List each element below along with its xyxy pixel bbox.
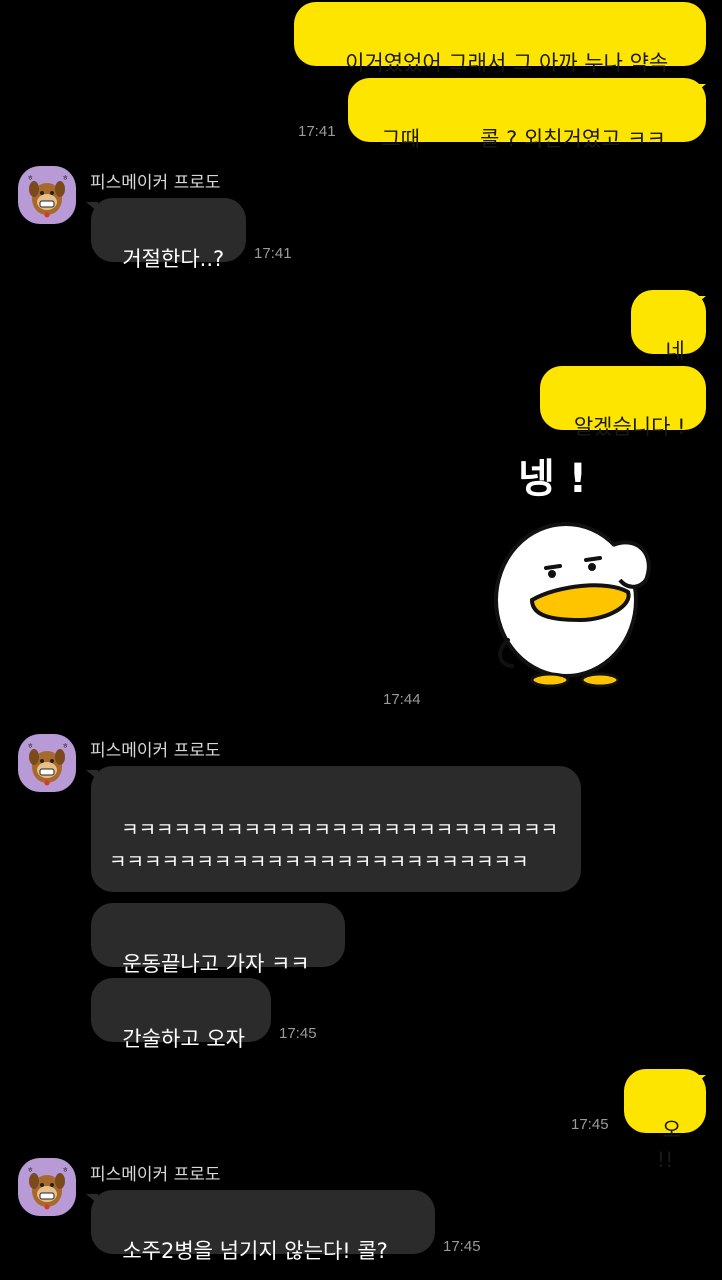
avatar[interactable]: ㅎ ㅎ [18,1158,76,1216]
message-text: 소주2병을 넘기지 않는다! 콜? [122,1239,388,1263]
svg-text:ㅎ: ㅎ [62,1166,68,1174]
message-text: 간술하고 오자 [122,1027,245,1051]
duck-sticker-icon: 넹 ! [494,456,651,688]
their-message-bubble[interactable]: ㅋㅋㅋㅋㅋㅋㅋㅋㅋㅋㅋㅋㅋㅋㅋㅋㅋㅋㅋㅋㅋㅋㅋㅋㅋㅋㅋㅋㅋㅋㅋㅋㅋㅋㅋㅋㅋㅋㅋㅋ… [91,766,581,892]
their-message-bubble[interactable]: 간술하고 오자 [91,978,271,1051]
svg-text:ㅎ: ㅎ [27,174,33,182]
sticker-caption: 넹 ! [518,456,587,502]
svg-text:ㅎ: ㅎ [62,742,68,750]
svg-text:ㅎ: ㅎ [27,742,33,750]
my-message-bubble[interactable]: 알겠습니다 ! [540,366,706,439]
avatar[interactable]: ㅎ ㅎ [18,166,76,224]
message-text: 이거였었어 그래서 그 아까 누나 약속 [345,51,669,75]
sticker[interactable]: 넹 ! [488,440,658,702]
dog-avatar-icon: ㅎ ㅎ [27,742,68,786]
dog-avatar-icon: ㅎ ㅎ [27,1166,68,1210]
their-message-bubble[interactable]: 거절한다..? [91,198,246,271]
message-timestamp: 17:45 [443,1238,481,1255]
svg-text:ㅎ: ㅎ [27,1166,33,1174]
message-timestamp: 17:44 [383,691,421,708]
bubble-tail [694,296,706,306]
bubble-tail [694,1075,706,1085]
sender-name: 피스메이커 프로도 [90,173,221,193]
message-text: 그때 콜 ? 외친거였고 ㅋㅋ [381,127,666,151]
my-message-bubble[interactable]: 그때 콜 ? 외친거였고 ㅋㅋ [348,78,706,151]
message-timestamp: 17:41 [298,123,336,140]
svg-text:ㅎ: ㅎ [62,174,68,182]
bubble-tail [694,84,706,94]
dog-avatar-icon: ㅎ ㅎ [27,174,68,218]
message-text: ㅋㅋㅋㅋㅋㅋㅋㅋㅋㅋㅋㅋㅋㅋㅋㅋㅋㅋㅋㅋㅋㅋㅋㅋㅋㅋㅋㅋㅋㅋㅋㅋㅋㅋㅋㅋㅋㅋㅋㅋ… [109,819,559,873]
message-text: 거절한다..? [122,247,225,271]
avatar[interactable]: ㅎ ㅎ [18,734,76,792]
their-message-bubble[interactable]: 소주2병을 넘기지 않는다! 콜? [91,1190,435,1263]
my-message-bubble[interactable]: 이거였었어 그래서 그 아까 누나 약속 [294,2,706,75]
message-timestamp: 17:41 [254,245,292,262]
message-timestamp: 17:45 [279,1025,317,1042]
message-text: 오 !! [656,1118,689,1172]
their-message-bubble[interactable]: 운동끝나고 가자 ㅋㅋ [91,903,345,976]
message-text: 운동끝나고 가자 ㅋㅋ [122,952,310,976]
message-timestamp: 17:45 [571,1116,609,1133]
message-text: 알겠습니다 ! [573,415,686,439]
sender-name: 피스메이커 프로도 [90,741,221,761]
sender-name: 피스메이커 프로도 [90,1165,221,1185]
